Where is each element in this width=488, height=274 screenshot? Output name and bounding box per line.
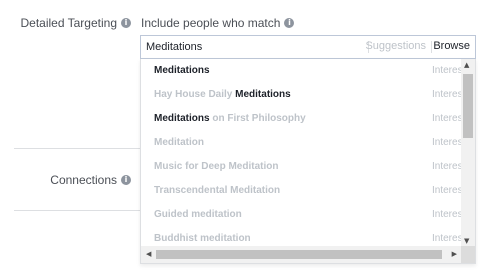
suggestion-name: Music for Deep Meditation xyxy=(154,155,278,179)
suggestion-category: Interes xyxy=(432,185,463,196)
suggestion-item[interactable]: Meditations Interes xyxy=(141,59,463,83)
targeting-search-box: Suggestions Browse xyxy=(140,35,476,59)
scroll-right-icon[interactable]: ▶ xyxy=(452,250,457,258)
separator xyxy=(431,41,432,53)
suggestion-category: Interes xyxy=(432,161,463,172)
suggestion-name-suffix: Meditation xyxy=(154,137,204,148)
suggestion-name-match: Meditations xyxy=(235,89,291,100)
suggestion-item[interactable]: Transcendental Meditation Interes xyxy=(141,179,463,203)
suggestion-item[interactable]: Meditations on First Philosophy Interes xyxy=(141,107,463,131)
connections-label: Connections xyxy=(50,173,117,187)
vertical-scrollbar[interactable]: ▲ ▼ xyxy=(461,59,475,247)
suggestion-name-suffix: Guided meditation xyxy=(154,209,242,220)
suggestion-name-suffix: Buddhist meditation xyxy=(154,233,251,244)
suggestion-category: Interes xyxy=(432,65,463,76)
info-icon[interactable]: i xyxy=(284,18,295,28)
section-divider xyxy=(14,210,141,211)
scroll-down-icon[interactable]: ▼ xyxy=(464,237,469,245)
detailed-targeting-row-label: Detailed Targeting i xyxy=(20,16,131,30)
info-icon[interactable]: i xyxy=(121,18,131,28)
include-people-label: Include people who match xyxy=(141,16,281,30)
suggestion-name: Meditation xyxy=(154,131,204,155)
suggestion-item[interactable]: Guided meditation Interes xyxy=(141,203,463,227)
suggestion-name: Meditations xyxy=(154,59,210,83)
suggestion-name-suffix: Transcendental Meditation xyxy=(154,185,281,196)
suggestion-name-prefix: Hay House Daily xyxy=(154,89,236,100)
suggestion-name-match: Meditations xyxy=(154,113,210,124)
section-divider xyxy=(14,148,141,149)
targeting-search-input[interactable] xyxy=(146,40,361,54)
connections-row-label: Connections i xyxy=(50,173,131,187)
suggestion-name: Guided meditation xyxy=(154,203,242,227)
include-people-row-label: Include people who match i xyxy=(141,16,295,30)
suggestion-category: Interes xyxy=(432,113,463,124)
browse-button[interactable]: Browse xyxy=(433,40,470,52)
scroll-up-icon[interactable]: ▲ xyxy=(464,61,469,69)
suggestion-item[interactable]: Hay House Daily Meditations Interes xyxy=(141,83,463,107)
suggestion-name: Hay House Daily Meditations xyxy=(154,83,291,107)
scrollbar-corner xyxy=(461,246,475,263)
suggestion-category: Interes xyxy=(432,89,463,100)
suggestion-item[interactable]: Music for Deep Meditation Interes xyxy=(141,155,463,179)
detailed-targeting-label: Detailed Targeting xyxy=(20,16,117,30)
info-icon[interactable]: i xyxy=(121,175,131,185)
horizontal-scroll-thumb[interactable] xyxy=(156,250,442,259)
suggestion-category: Interes xyxy=(432,137,463,148)
suggestion-category: Interes xyxy=(432,209,463,220)
suggestion-name-suffix: on First Philosophy xyxy=(209,113,306,124)
suggestion-name: Meditations on First Philosophy xyxy=(154,107,306,131)
suggestion-name-suffix: Music for Deep Meditation xyxy=(154,161,279,172)
scroll-left-icon[interactable]: ◀ xyxy=(146,250,151,258)
suggestion-name: Transcendental Meditation xyxy=(154,179,280,203)
suggestion-item[interactable]: Meditation Interes xyxy=(141,131,463,155)
suggestions-button[interactable]: Suggestions xyxy=(365,40,426,52)
horizontal-scrollbar[interactable]: ◀ ▶ xyxy=(141,246,463,263)
vertical-scroll-thumb[interactable] xyxy=(463,74,473,138)
suggestion-name-match: Meditations xyxy=(154,65,210,76)
suggestions-dropdown: Meditations Interes Hay House Daily Medita… xyxy=(140,59,476,264)
